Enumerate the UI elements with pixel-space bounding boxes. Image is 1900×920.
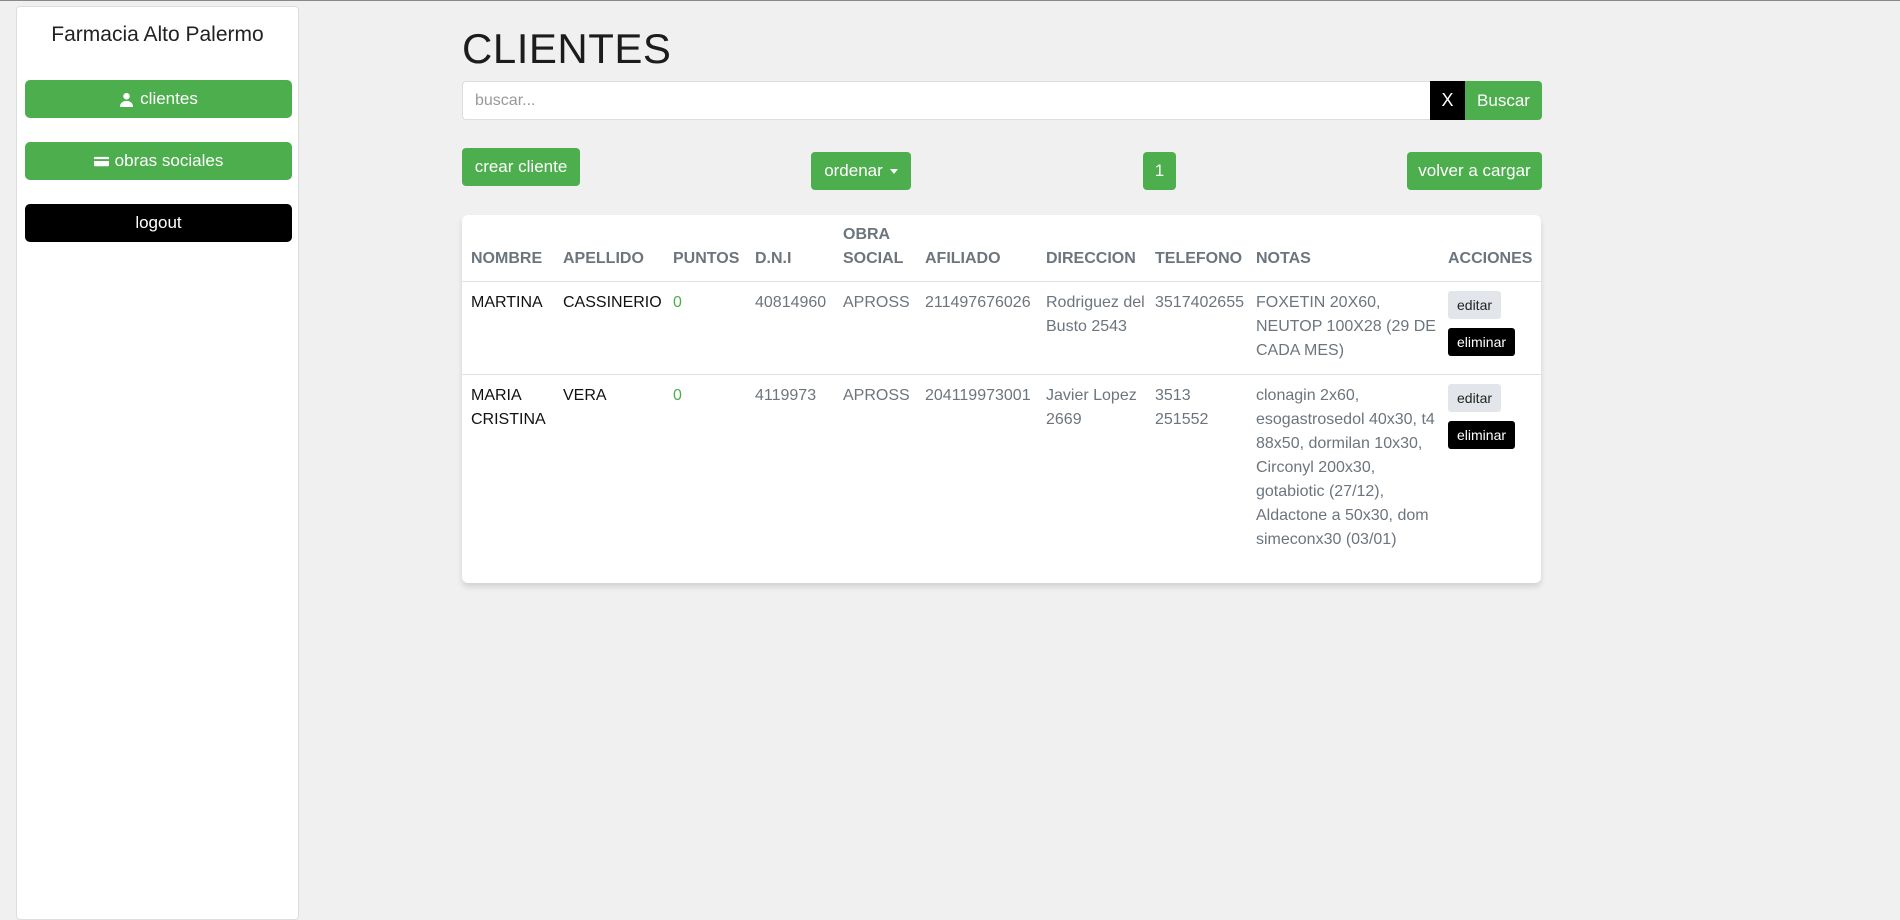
- cell-notas: FOXETIN 20X60, NEUTOP 100X28 (29 DE CADA…: [1247, 281, 1439, 375]
- cell-apellido: VERA: [563, 387, 607, 404]
- column-header: OBRA SOCIAL: [834, 215, 916, 282]
- column-header: PUNTOS: [664, 215, 746, 282]
- sidebar-item-label: clientes: [140, 89, 198, 108]
- order-dropdown[interactable]: ordenar: [811, 152, 911, 190]
- cell-direccion: Javier Lopez 2669: [1046, 387, 1137, 428]
- cell-afiliado: 204119973001: [925, 387, 1031, 404]
- cell-apellido: CASSINERIO: [554, 281, 664, 375]
- credit-card-icon: [93, 156, 109, 166]
- brand-title: Farmacia Alto Palermo: [51, 23, 264, 46]
- delete-button[interactable]: eliminar: [1448, 421, 1516, 449]
- table-header-row: NOMBRE APELLIDO PUNTOS D.N.I OBRA SOCIAL…: [462, 215, 1541, 282]
- page-title: CLIENTES: [462, 25, 672, 72]
- reload-button[interactable]: volver a cargar: [1407, 152, 1542, 190]
- column-header: DIRECCION: [1037, 215, 1146, 282]
- clients-table-card: NOMBRE APELLIDO PUNTOS D.N.I OBRA SOCIAL…: [462, 215, 1541, 583]
- cell-puntos: 0: [673, 387, 682, 404]
- column-header: D.N.I: [746, 215, 834, 282]
- cell-afiliado: 211497676026: [916, 281, 1037, 375]
- table-row: MARTINA CASSINERIO 0 40814960 APROSS 211…: [462, 281, 1541, 375]
- caret-down-icon: [889, 168, 898, 174]
- cell-obra-social: APROSS: [834, 281, 916, 375]
- sidebar-item-clientes[interactable]: clientes: [25, 80, 292, 118]
- cell-nombre: MARIA CRISTINA: [471, 387, 546, 428]
- cell-acciones: editar eliminar: [1439, 281, 1541, 375]
- delete-button[interactable]: eliminar: [1448, 328, 1516, 356]
- column-header: TELEFONO: [1146, 215, 1247, 282]
- cell-notas: clonagin 2x60, esogastrosedol 40x30, t4 …: [1256, 387, 1435, 548]
- clients-table: NOMBRE APELLIDO PUNTOS D.N.I OBRA SOCIAL…: [462, 215, 1541, 561]
- search-input[interactable]: [462, 81, 1430, 120]
- clear-search-button[interactable]: X: [1430, 81, 1465, 120]
- sidebar-item-obras-sociales[interactable]: obras sociales: [25, 142, 292, 180]
- cell-nombre: MARTINA: [462, 281, 554, 375]
- cell-direccion: Rodriguez del Busto 2543: [1037, 281, 1146, 375]
- column-header: NOTAS: [1247, 215, 1439, 282]
- sidebar-item-label: obras sociales: [114, 151, 224, 170]
- order-dropdown-label: ordenar: [824, 161, 883, 180]
- cell-telefono: 3517402655: [1146, 281, 1247, 375]
- cell-telefono: 3513 251552: [1155, 387, 1209, 428]
- cell-acciones: editar eliminar: [1439, 375, 1541, 562]
- page-number-button[interactable]: 1: [1143, 152, 1176, 190]
- edit-button[interactable]: editar: [1448, 291, 1502, 319]
- search-button[interactable]: Buscar: [1465, 81, 1542, 120]
- cell-dni: 4119973: [755, 387, 817, 404]
- column-header: AFILIADO: [916, 215, 1037, 282]
- column-header: NOMBRE: [462, 215, 554, 282]
- cell-puntos: 0: [664, 281, 746, 375]
- cell-obra-social: APROSS: [843, 387, 910, 404]
- user-icon: [120, 92, 134, 107]
- column-header: APELLIDO: [554, 215, 664, 282]
- edit-button[interactable]: editar: [1448, 384, 1502, 412]
- column-header: ACCIONES: [1439, 215, 1541, 282]
- table-row: MARIA CRISTINA VERA 0 4119973 APROSS 204…: [462, 375, 1541, 562]
- sidebar: Farmacia Alto Palermo clientes obras soc…: [16, 6, 299, 920]
- logout-button[interactable]: logout: [25, 204, 292, 242]
- sidebar-item-label: logout: [135, 213, 182, 232]
- search-bar: X Buscar: [462, 81, 1542, 120]
- create-client-button[interactable]: crear cliente: [462, 148, 580, 186]
- cell-dni: 40814960: [746, 281, 834, 375]
